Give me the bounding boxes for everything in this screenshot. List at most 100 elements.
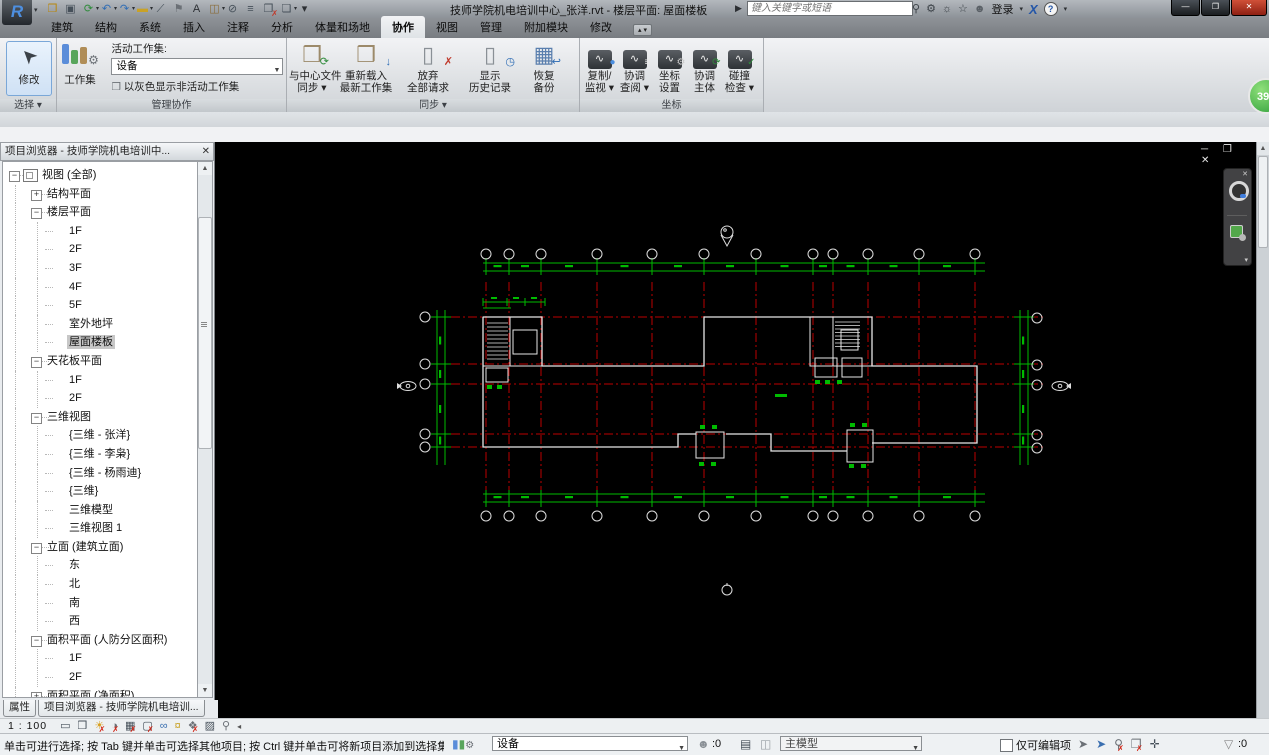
floor-plan-drawing[interactable] bbox=[215, 142, 1256, 718]
tree-item-屋面楼板[interactable]: 屋面楼板 bbox=[3, 333, 197, 352]
tree-item-1F[interactable]: 1F bbox=[3, 221, 197, 241]
ribbon-collapse-button[interactable]: ▴ ▾ bbox=[633, 24, 652, 36]
filter-icon[interactable]: ▽ bbox=[1224, 737, 1233, 751]
tab-附加模块[interactable]: 附加模块 bbox=[513, 16, 579, 38]
tab-系统[interactable]: 系统 bbox=[128, 16, 172, 38]
tab-建筑[interactable]: 建筑 bbox=[40, 16, 84, 38]
drag-on-selection-icon[interactable]: ✛ bbox=[1150, 736, 1160, 752]
tree-item-{三维 - 李枭}[interactable]: {三维 - 李枭} bbox=[3, 444, 197, 464]
tree-item-label[interactable]: 1F bbox=[67, 373, 84, 387]
crop-region-icon[interactable]: ▢ ✗ bbox=[142, 720, 153, 734]
drawing-area[interactable]: ─ ❐ ✕ ✕ ▾ bbox=[215, 142, 1256, 718]
scrollbar-thumb[interactable] bbox=[1258, 156, 1268, 248]
tree-item-4F[interactable]: 4F bbox=[3, 277, 197, 297]
redo-icon[interactable]: ↷ ▾ bbox=[116, 2, 135, 17]
minimize-button[interactable]: — bbox=[1171, 0, 1200, 16]
tree-item-东[interactable]: 东 bbox=[3, 556, 197, 576]
measure-icon[interactable]: ▬ ▾ bbox=[134, 2, 153, 17]
tree-item-label[interactable]: 结构平面 bbox=[45, 187, 93, 201]
tab-分析[interactable]: 分析 bbox=[260, 16, 304, 38]
tree-item-label[interactable]: {三维 - 杨雨迪} bbox=[67, 466, 143, 480]
tree-item-label[interactable]: 屋面楼板 bbox=[67, 335, 115, 350]
relinquish-all-button[interactable]: ▯ ✗ 放弃 全部请求 bbox=[397, 38, 459, 96]
tree-item-label[interactable]: 北 bbox=[67, 577, 82, 591]
copy-monitor-button[interactable]: ∿ ● 复制/监视 ▾ bbox=[582, 38, 617, 96]
gray-inactive-worksets-button[interactable]: ❒ 以灰色显示非活动工作集 bbox=[111, 79, 283, 94]
canvas-scrollbar[interactable]: ▲ bbox=[1256, 142, 1269, 718]
select-panel-label[interactable]: 选择 ▾ bbox=[0, 99, 56, 112]
tree-item-label[interactable]: 2F bbox=[67, 391, 84, 405]
tree-item-西[interactable]: 西 bbox=[3, 612, 197, 631]
collapse-icon[interactable]: − bbox=[9, 171, 20, 182]
scroll-up-icon[interactable]: ▲ bbox=[1257, 142, 1269, 155]
tab-properties[interactable]: 属性 bbox=[3, 700, 36, 717]
select-by-face-icon[interactable]: ❒ ✗ bbox=[1131, 736, 1143, 753]
tree-item-label[interactable]: 三维视图 1 bbox=[67, 521, 124, 535]
workset-dropdown[interactable]: 设备 ▼ bbox=[492, 736, 688, 752]
collapse-left-icon[interactable]: ◂ bbox=[237, 722, 241, 731]
editable-only-checkbox[interactable]: 仅可编辑项 bbox=[1000, 737, 1071, 753]
tree-item-面积平面 (净面积)[interactable]: + 面积平面 (净面积) bbox=[3, 686, 197, 697]
view-scale[interactable]: 1 : 100 bbox=[8, 720, 47, 732]
signin-button[interactable]: 登录 bbox=[991, 1, 1013, 17]
tree-item-{三维 - 杨雨迪}[interactable]: {三维 - 杨雨迪} bbox=[3, 463, 197, 483]
tree-item-label[interactable]: 视图 (全部) bbox=[40, 168, 98, 182]
tag-icon[interactable]: ⚑ bbox=[170, 2, 187, 17]
app-menu-caret-icon[interactable]: ▾ bbox=[34, 6, 38, 14]
project-browser-scrollbar[interactable]: ▲ ▼ bbox=[197, 161, 213, 698]
tree-item-{三维}[interactable]: {三维} bbox=[3, 482, 197, 501]
subscription-icon[interactable]: ☼ bbox=[942, 2, 952, 17]
tab-协作[interactable]: 协作 bbox=[381, 16, 425, 38]
tree-item-{三维 - 张洋}[interactable]: {三维 - 张洋} bbox=[3, 426, 197, 445]
text-icon[interactable]: A bbox=[188, 2, 205, 17]
tree-item-1F[interactable]: 1F bbox=[3, 370, 197, 390]
zoom-icon[interactable] bbox=[1230, 225, 1246, 241]
reload-latest-button[interactable]: ❒ ↓ 重新载入 最新工作集 bbox=[335, 38, 397, 96]
tree-item-结构平面[interactable]: + 结构平面 bbox=[3, 184, 197, 204]
tree-item-视图 (全部)[interactable]: − 视图 (全部) bbox=[3, 166, 197, 185]
tree-item-楼层平面[interactable]: − 楼层平面 bbox=[3, 203, 197, 222]
coordination-host-button[interactable]: ∿ ⟳ 协调 主体 bbox=[687, 38, 722, 96]
sync-with-central-button[interactable]: ❒ ⟳ 与中心文件 同步 ▾ bbox=[289, 38, 342, 96]
show-history-button[interactable]: ▯ ◷ 显示 历史记录 bbox=[459, 38, 521, 96]
close-icon[interactable]: ✕ bbox=[1242, 170, 1248, 178]
scrollbar-thumb[interactable] bbox=[198, 217, 212, 449]
help-icon[interactable]: ? bbox=[1043, 2, 1058, 16]
select-pinned-icon[interactable]: ⚲ ✗ bbox=[1114, 736, 1124, 753]
sun-path-icon[interactable]: ☀ ✗ bbox=[94, 720, 105, 734]
active-workset-dropdown[interactable]: 设备 ▼ bbox=[111, 58, 284, 75]
modify-button[interactable]: ➤ 修改 bbox=[6, 41, 52, 96]
collapse-icon[interactable]: − bbox=[31, 542, 42, 554]
shadows-icon[interactable]: ◑ ✗ bbox=[111, 720, 119, 734]
tree-item-2F[interactable]: 2F bbox=[3, 240, 197, 259]
close-hidden-windows-icon[interactable]: ❐ ✗ bbox=[260, 2, 278, 18]
tree-item-label[interactable]: 1F bbox=[67, 651, 84, 665]
tree-item-三维模型[interactable]: 三维模型 bbox=[3, 500, 197, 520]
tree-item-label[interactable]: 面积平面 (人防分区面积) bbox=[45, 633, 169, 647]
collapse-icon[interactable]: − bbox=[31, 635, 42, 647]
tab-注释[interactable]: 注释 bbox=[216, 16, 260, 38]
tree-item-3F[interactable]: 3F bbox=[3, 258, 197, 278]
interference-check-button[interactable]: ∿ ✓ 碰撞 检查 ▾ bbox=[722, 38, 757, 96]
tab-修改[interactable]: 修改 bbox=[579, 16, 623, 38]
open-icon[interactable]: ❒ bbox=[44, 2, 61, 17]
collapse-icon[interactable]: − bbox=[31, 208, 42, 220]
select-underlay-icon[interactable]: ➤ bbox=[1096, 736, 1106, 752]
worksharing-display-icon[interactable]: ❖ ✗ bbox=[188, 720, 199, 734]
reveal-constraints-icon[interactable]: ⚲ bbox=[222, 720, 230, 733]
tree-item-立面 (建筑立面)[interactable]: − 立面 (建筑立面) bbox=[3, 537, 197, 557]
synchronize-panel-label[interactable]: 同步 ▾ bbox=[287, 99, 579, 112]
tree-item-label[interactable]: 2F bbox=[67, 670, 84, 684]
section-icon[interactable]: ⊘ bbox=[224, 2, 241, 17]
tree-item-室外地坪[interactable]: 室外地坪 bbox=[3, 314, 197, 334]
aligned-dimension-icon[interactable]: ⟋ bbox=[152, 2, 169, 17]
tree-item-label[interactable]: 室外地坪 bbox=[67, 317, 115, 331]
reveal-hidden-icon[interactable]: ¤ bbox=[175, 720, 181, 733]
expand-icon[interactable]: + bbox=[31, 691, 42, 697]
tree-item-label[interactable]: 楼层平面 bbox=[45, 205, 93, 219]
visual-style-icon[interactable]: ❒ bbox=[78, 720, 88, 733]
collapse-icon[interactable]: − bbox=[31, 412, 42, 424]
tab-project-browser[interactable]: 项目浏览器 - 技师学院机电培训... bbox=[38, 700, 205, 717]
tab-插入[interactable]: 插入 bbox=[172, 16, 216, 38]
detail-level-icon[interactable]: ▭ bbox=[60, 720, 70, 733]
